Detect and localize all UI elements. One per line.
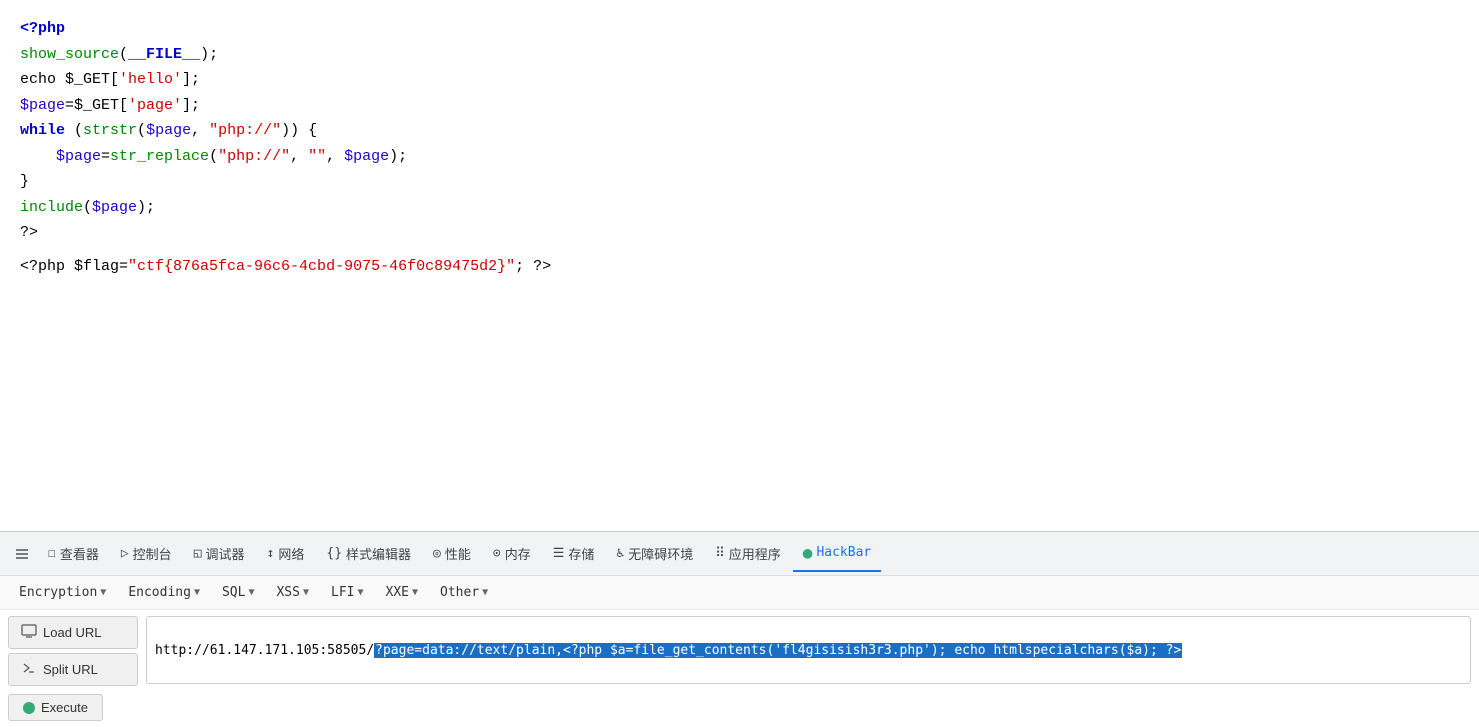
- hackbar-panel: Encryption ▼ Encoding ▼ SQL ▼ XSS ▼ LFI …: [0, 575, 1479, 727]
- tab-app-tools[interactable]: ⠿ 应用程序: [705, 536, 791, 572]
- xss-menu[interactable]: XSS ▼: [267, 580, 318, 605]
- xxe-menu[interactable]: XXE ▼: [377, 580, 428, 605]
- console-icon: ▷: [121, 546, 129, 561]
- code-display: <?php show_source(__FILE__); echo $_GET[…: [0, 0, 1479, 531]
- url-input[interactable]: http://61.147.171.105:58505/?page=data:/…: [146, 616, 1471, 684]
- style-icon: {}: [326, 546, 342, 561]
- inspector-icon: ☐: [48, 546, 56, 561]
- tab-style-editor[interactable]: {} 样式编辑器: [316, 536, 421, 572]
- code-line-5: while (strstr($page, "php://")) {: [20, 118, 1459, 144]
- code-line-flag: <?php $flag="ctf{876a5fca-96c6-4cbd-9075…: [20, 254, 1459, 280]
- execute-status-icon: [23, 702, 35, 714]
- load-url-icon: [21, 623, 37, 642]
- other-chevron-icon: ▼: [482, 587, 488, 598]
- app-tools-icon: ⠿: [715, 546, 725, 561]
- hackbar-action-buttons: Load URL Split URL: [8, 616, 138, 686]
- accessibility-icon: ♿: [616, 546, 624, 561]
- code-line-8: include($page);: [20, 195, 1459, 221]
- encryption-chevron-icon: ▼: [100, 587, 106, 598]
- storage-icon: ☰: [553, 546, 565, 561]
- tab-accessibility[interactable]: ♿ 无障碍环境: [606, 536, 703, 572]
- code-line-3: echo $_GET['hello'];: [20, 67, 1459, 93]
- hackbar-url-area: Load URL Split URL http://61.147.171.105…: [0, 610, 1479, 692]
- tab-console[interactable]: ▷ 控制台: [111, 536, 182, 572]
- hackbar-toolbar: Encryption ▼ Encoding ▼ SQL ▼ XSS ▼ LFI …: [0, 576, 1479, 610]
- split-url-button[interactable]: Split URL: [8, 653, 138, 686]
- xss-chevron-icon: ▼: [303, 587, 309, 598]
- debugger-icon: ◱: [194, 546, 202, 561]
- execute-button[interactable]: Execute: [8, 694, 103, 721]
- url-highlighted-part: ?page=data://text/plain,<?php $a=file_ge…: [374, 643, 1182, 658]
- encoding-menu[interactable]: Encoding ▼: [119, 580, 209, 605]
- split-url-icon: [21, 660, 37, 679]
- sql-menu[interactable]: SQL ▼: [213, 580, 264, 605]
- encryption-menu[interactable]: Encryption ▼: [10, 580, 115, 605]
- code-line-2: show_source(__FILE__);: [20, 42, 1459, 68]
- lfi-chevron-icon: ▼: [357, 587, 363, 598]
- tab-performance[interactable]: ◎ 性能: [423, 536, 481, 572]
- xxe-chevron-icon: ▼: [412, 587, 418, 598]
- devtools-bar: ☐ 查看器 ▷ 控制台 ◱ 调试器 ↕ 网络 {} 样式编辑器 ◎ 性能 ⊙ 内…: [0, 531, 1479, 575]
- encoding-chevron-icon: ▼: [194, 587, 200, 598]
- load-url-button[interactable]: Load URL: [8, 616, 138, 649]
- lfi-menu[interactable]: LFI ▼: [322, 580, 373, 605]
- tab-inspector[interactable]: ☐ 查看器: [38, 536, 109, 572]
- tab-network[interactable]: ↕ 网络: [257, 536, 315, 572]
- other-menu[interactable]: Other ▼: [431, 580, 497, 605]
- performance-icon: ◎: [433, 546, 441, 561]
- tab-storage[interactable]: ☰ 存储: [543, 536, 605, 572]
- devtools-main-icon[interactable]: [8, 540, 36, 568]
- code-line-9: ?>: [20, 220, 1459, 246]
- code-line-4: $page=$_GET['page'];: [20, 93, 1459, 119]
- url-plain-part: http://61.147.171.105:58505/: [155, 643, 374, 658]
- tab-hackbar[interactable]: ● HackBar: [793, 536, 881, 572]
- memory-icon: ⊙: [493, 546, 501, 561]
- hackbar-icon: ●: [803, 543, 813, 562]
- code-content: <?php show_source(__FILE__); echo $_GET[…: [20, 16, 1459, 279]
- hackbar-execute-area: Execute: [0, 692, 1479, 727]
- code-line-1: <?php: [20, 16, 1459, 42]
- code-line-7: }: [20, 169, 1459, 195]
- code-line-6: $page=str_replace("php://", "", $page);: [20, 144, 1459, 170]
- sql-chevron-icon: ▼: [248, 587, 254, 598]
- network-icon: ↕: [267, 546, 275, 561]
- tab-debugger[interactable]: ◱ 调试器: [184, 536, 255, 572]
- tab-memory[interactable]: ⊙ 内存: [483, 536, 541, 572]
